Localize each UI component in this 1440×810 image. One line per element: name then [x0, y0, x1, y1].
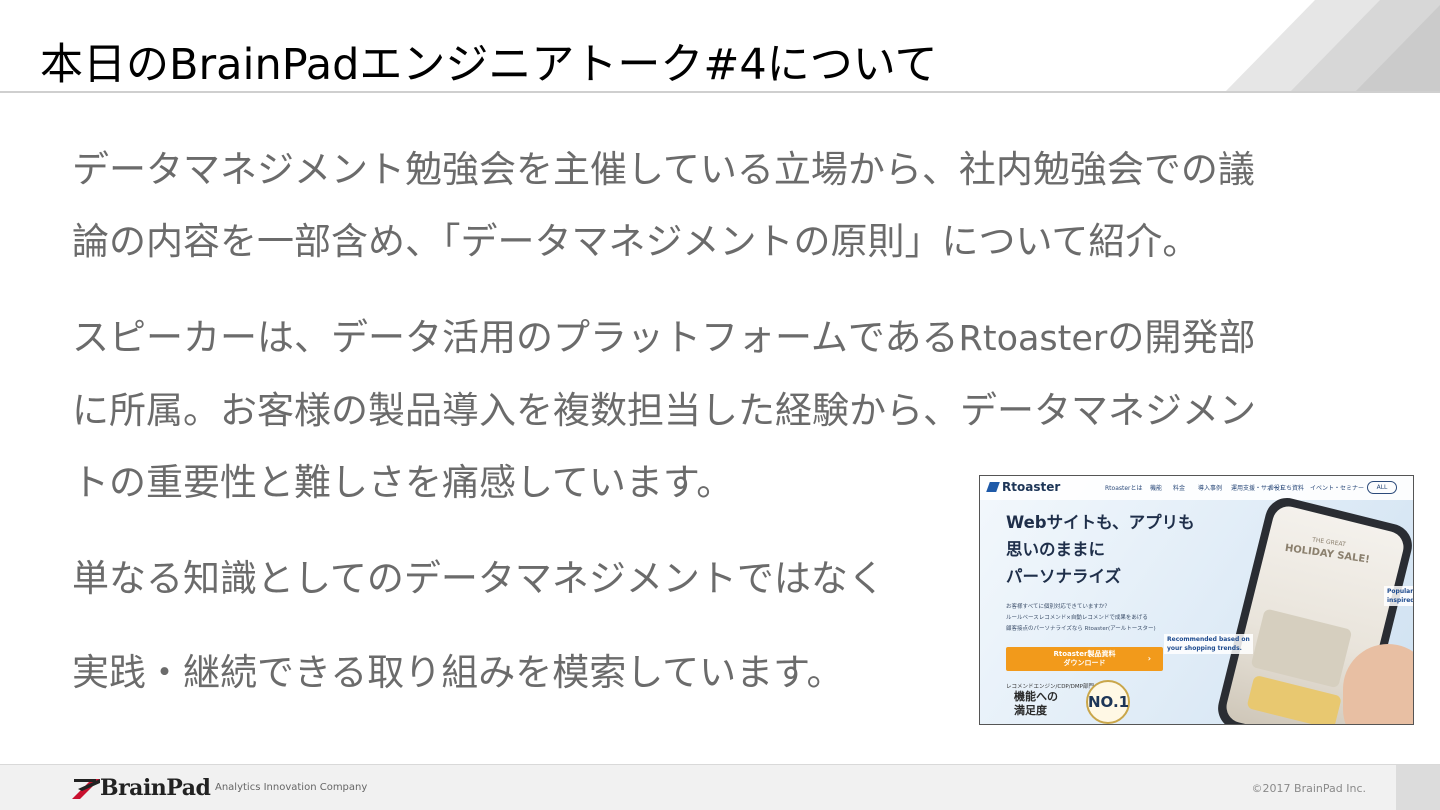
paragraph-intro: データマネジメント勉強会を主催している立場から、社内勉強会での議 論の内容を一部…	[72, 134, 1255, 278]
phone-promo-text: THE GREAT HOLIDAY SALE!	[1284, 531, 1372, 567]
screenshot-nav-item: 料金	[1173, 485, 1186, 492]
award-medal-text: NO.1	[1088, 693, 1130, 711]
callout-line: Recommended based on	[1167, 636, 1250, 643]
award-text: 機能への 満足度	[1014, 690, 1058, 718]
paragraph-line: に所属。お客様の製品導入を複数担当した経験から、データマネジメン	[72, 389, 1256, 432]
rtoaster-logo-icon	[986, 482, 1000, 492]
screenshot-subtext: お客様すべてに個別対応できていますか？	[1006, 604, 1110, 610]
headline-line: パーソナライズ	[1006, 567, 1122, 586]
slide-title: 本日のBrainPadエンジニアトーク#4について	[40, 40, 938, 90]
screenshot-nav-item: お役立ち資料	[1268, 485, 1305, 492]
rtoaster-website-screenshot: Rtoaster Rtoasterとは 機能 料金 導入事例 運用支援・サポート…	[979, 475, 1414, 725]
headline-line: 思いのままに	[1006, 540, 1105, 559]
paragraph-line: 論の内容を一部含め、「データマネジメントの原則」について紹介。	[72, 220, 1200, 263]
paragraph-line: スピーカーは、データ活用のプラットフォームであるRtoasterの開発部	[72, 302, 1256, 375]
award-line: 機能への	[1014, 690, 1058, 703]
page-number-box	[1396, 765, 1440, 810]
paragraph-goal-1: 単なる知識としてのデータマネジメントではなく	[72, 557, 885, 600]
screenshot-download-button: Rtoaster製品資料 ダウンロード ›	[1006, 647, 1163, 671]
copyright-text: ©2017 BrainPad Inc.	[1251, 782, 1366, 795]
screenshot-logo: Rtoaster	[986, 480, 1061, 494]
award-line: 満足度	[1014, 704, 1047, 717]
screenshot-logo-text: Rtoaster	[1002, 480, 1061, 494]
screenshot-headline: Webサイトも、アプリも 思いのままに パーソナライズ	[1006, 509, 1195, 590]
headline-line: Webサイトも、アプリも	[1006, 513, 1195, 532]
award-category: レコメンドエンジン/CDP/DMP部門	[1006, 684, 1094, 690]
brainpad-logo-icon	[72, 779, 100, 799]
callout-line: your shopping trends.	[1167, 645, 1242, 652]
recommendation-callout: Recommended based on your shopping trend…	[1164, 634, 1253, 654]
callout-line: inspired	[1387, 597, 1414, 604]
screenshot-nav-bar: Rtoaster Rtoasterとは 機能 料金 導入事例 運用支援・サポート…	[980, 476, 1413, 500]
screenshot-nav-item: Rtoasterとは	[1105, 485, 1143, 492]
callout-line: Popular g	[1387, 588, 1414, 595]
brainpad-logo-text: BrainPad	[100, 775, 211, 801]
slide-footer: BrainPad Analytics Innovation Company ©2…	[0, 764, 1440, 810]
phone-product-card	[1250, 608, 1353, 689]
header-divider	[0, 91, 1440, 93]
corner-decoration	[1225, 0, 1440, 92]
screenshot-nav-item: 機能	[1150, 485, 1163, 492]
rtoaster-brand-text: Rtoaster	[958, 319, 1108, 359]
chevron-right-icon: ›	[1147, 654, 1151, 663]
text-segment: の開発部	[1107, 316, 1256, 359]
cta-line: ダウンロード	[1063, 659, 1106, 667]
popular-callout: Popular g inspired	[1384, 586, 1414, 606]
screenshot-nav-item: 導入事例	[1198, 485, 1223, 492]
screenshot-subtext: ルールベースレコメンド×自動レコメンドで成果をあげる	[1006, 615, 1148, 621]
award-medal-icon: NO.1	[1086, 680, 1130, 724]
text-segment: スピーカーは、データ活用のプラットフォームである	[72, 316, 959, 359]
paragraph-line: データマネジメント勉強会を主催している立場から、社内勉強会での議	[72, 148, 1255, 191]
screenshot-nav-item: イベント・セミナー	[1310, 485, 1365, 492]
screenshot-all-button: ALL	[1367, 481, 1397, 494]
company-tagline: Analytics Innovation Company	[215, 782, 368, 793]
cta-line: Rtoaster製品資料	[1053, 650, 1116, 658]
screenshot-subtext: 顧客接点のパーソナライズなら Rtoaster(アールトースター)	[1006, 626, 1156, 632]
paragraph-goal-2: 実践・継続できる取り組みを模索しています。	[72, 651, 844, 694]
